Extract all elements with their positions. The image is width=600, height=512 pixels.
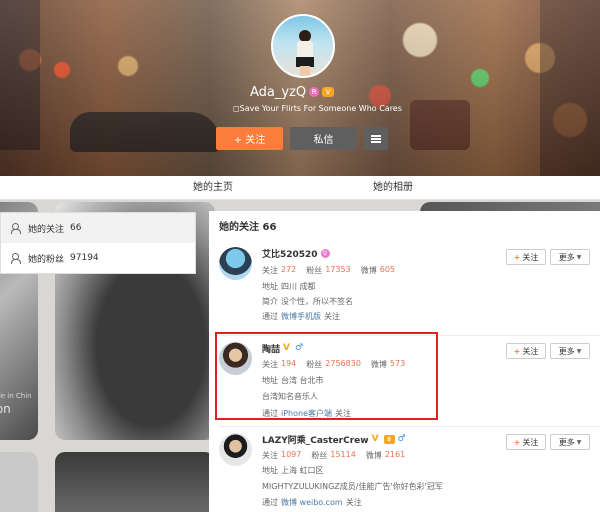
intro-label: 简介 xyxy=(262,297,278,306)
stat-label: 微博 xyxy=(365,451,382,460)
more-menu-button[interactable] xyxy=(364,127,388,150)
via-label: 通过 xyxy=(262,498,278,507)
side-menu-label: 她的关注 xyxy=(28,224,65,235)
location-value: 四川 成都 xyxy=(281,282,316,291)
plus-icon: + xyxy=(513,437,521,447)
avatar-figure xyxy=(295,30,315,76)
user-location: 地址 四川 成都 xyxy=(262,281,316,292)
photo-tile xyxy=(0,452,38,512)
via-link[interactable]: 微博手机版 xyxy=(281,311,321,322)
intro-value: MIGHTYZULUKINGZ成员/佳能广告'你好色彩'冠军 xyxy=(262,482,443,491)
location-label: 地址 xyxy=(262,466,278,475)
member-badge-icon: R xyxy=(309,87,320,97)
user-icon xyxy=(11,222,22,234)
follow-label: 关注 xyxy=(522,346,539,356)
location-value: 上海 虹口区 xyxy=(281,466,324,475)
user-icon xyxy=(11,252,22,264)
user-avatar[interactable] xyxy=(219,433,252,466)
user-avatar[interactable] xyxy=(219,247,252,280)
caret-down-icon: ▼ xyxy=(576,438,582,446)
profile-bio: ◻Save Your Flirts For Someone Who Cares xyxy=(233,104,402,113)
stat-label: 微博 xyxy=(360,266,377,275)
user-via: 通过 微博 weibo.com 关注 xyxy=(262,497,362,508)
side-menu-following[interactable]: 她的关注 66 xyxy=(1,213,195,243)
user-name[interactable]: LAZY阿乘_CasterCrew xyxy=(262,433,369,446)
member-badge-icon: ♛ xyxy=(383,435,395,444)
menu-icon xyxy=(371,134,381,143)
more-label: 更多 xyxy=(558,346,575,356)
verified-badge-icon: V xyxy=(322,87,335,97)
fans-count[interactable]: 15114 xyxy=(330,450,355,461)
user-stats: 关注 1097 粉丝 15114 微博 2161 xyxy=(262,450,405,461)
more-label: 更多 xyxy=(558,252,575,262)
member-badge-icon: ♀ xyxy=(320,249,330,258)
user-intro: MIGHTYZULUKINGZ成员/佳能广告'你好色彩'冠军 xyxy=(262,481,443,492)
watermark-text: oLon xyxy=(0,402,11,416)
follow-button[interactable]: + 关注 xyxy=(216,127,283,150)
verified-v-icon: V xyxy=(371,434,379,444)
side-menu: 她的关注 66 她的粉丝 97194 xyxy=(0,212,196,274)
following-count[interactable]: 1097 xyxy=(281,450,301,461)
weibo-count[interactable]: 605 xyxy=(380,265,395,276)
list-item: 艾比520520 ♀ 关注 272 粉丝 17353 微博 605 地址 四川 … xyxy=(209,241,600,336)
via-link[interactable]: 微博 weibo.com xyxy=(281,497,343,508)
profile-username-row: Ada_yzQ R V xyxy=(250,84,335,100)
follow-label: 关注 xyxy=(522,437,539,447)
user-name[interactable]: 艾比520520 xyxy=(262,247,318,260)
user-follow-button[interactable]: + 关注 xyxy=(506,249,546,265)
side-menu-count: 66 xyxy=(70,223,82,233)
user-more-button[interactable]: 更多 ▼ xyxy=(550,343,590,359)
user-location: 地址 上海 虹口区 xyxy=(262,465,324,476)
user-name-row: LAZY阿乘_CasterCrew V ♛ ♂ xyxy=(262,433,406,447)
stat-label: 粉丝 xyxy=(311,451,328,460)
tab-album[interactable]: 她的相册 xyxy=(373,176,413,200)
stat-label: 关注 xyxy=(262,451,278,460)
user-name-row: 艾比520520 ♀ xyxy=(262,247,330,260)
follow-label: 关注 xyxy=(522,252,539,262)
highlight-box xyxy=(215,332,438,420)
caret-down-icon: ▼ xyxy=(576,253,582,261)
location-label: 地址 xyxy=(262,282,278,291)
plus-icon: + xyxy=(513,252,521,262)
profile-tabbar: 她的主页 她的相册 xyxy=(0,176,600,200)
tab-home[interactable]: 她的主页 xyxy=(193,176,233,200)
stat-label: 粉丝 xyxy=(306,266,323,275)
weibo-count[interactable]: 2161 xyxy=(385,450,405,461)
message-button[interactable]: 私信 xyxy=(290,127,357,150)
watermark-small: Made in Chin xyxy=(0,392,32,400)
user-via: 通过 微博手机版 关注 xyxy=(262,311,340,322)
via-label: 通过 xyxy=(262,312,278,321)
list-item: LAZY阿乘_CasterCrew V ♛ ♂ 关注 1097 粉丝 15114… xyxy=(209,428,600,512)
plus-icon: + xyxy=(513,346,521,356)
intro-value: 没个性，所以不签名 xyxy=(281,297,353,306)
user-follow-button[interactable]: + 关注 xyxy=(506,343,546,359)
user-follow-button[interactable]: + 关注 xyxy=(506,434,546,450)
stat-label: 关注 xyxy=(262,266,278,275)
profile-avatar[interactable] xyxy=(271,14,335,78)
divider xyxy=(219,426,600,427)
user-intro: 简介 没个性，所以不签名 xyxy=(262,296,353,307)
side-menu-label: 她的粉丝 xyxy=(28,254,65,265)
via-suffix: 关注 xyxy=(324,312,340,321)
caret-down-icon: ▼ xyxy=(576,347,582,355)
more-label: 更多 xyxy=(558,437,575,447)
user-more-button[interactable]: 更多 ▼ xyxy=(550,434,590,450)
fans-count[interactable]: 17353 xyxy=(325,265,350,276)
profile-username: Ada_yzQ xyxy=(250,84,307,100)
user-stats: 关注 272 粉丝 17353 微博 605 xyxy=(262,265,395,276)
photo-tile xyxy=(55,452,215,512)
side-menu-fans[interactable]: 她的粉丝 97194 xyxy=(1,243,195,273)
via-suffix: 关注 xyxy=(345,498,362,507)
panel-title: 她的关注 66 xyxy=(219,222,277,233)
male-icon: ♂ xyxy=(397,434,406,444)
user-more-button[interactable]: 更多 ▼ xyxy=(550,249,590,265)
side-menu-count: 97194 xyxy=(70,253,99,263)
following-count[interactable]: 272 xyxy=(281,265,296,276)
